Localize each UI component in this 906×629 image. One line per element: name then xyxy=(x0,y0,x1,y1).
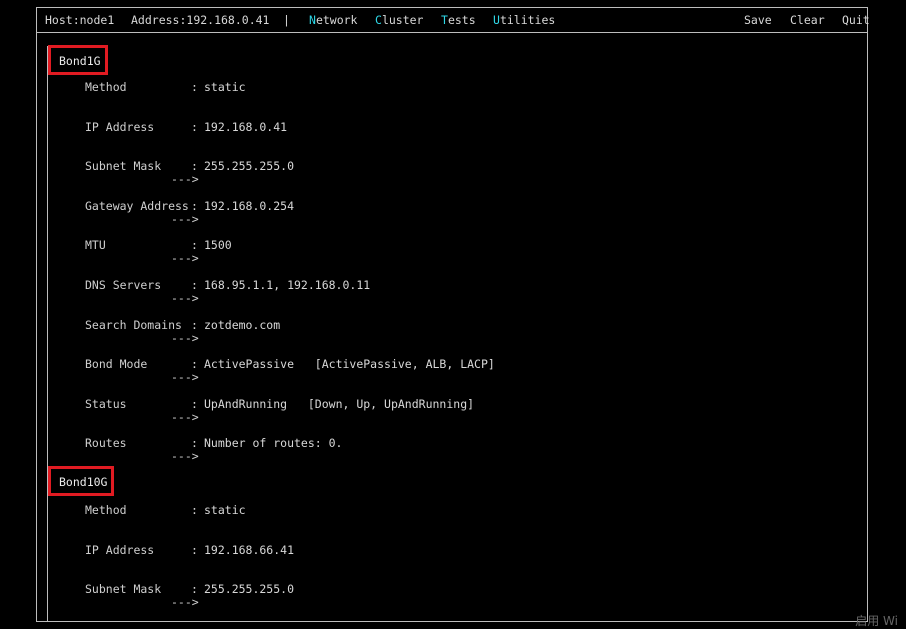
cluster-hotkey: C xyxy=(375,13,382,27)
field-arrow-icon[interactable]: ---> xyxy=(171,370,199,384)
clear-button[interactable]: Clear xyxy=(790,13,825,27)
field-colon: : xyxy=(191,582,198,597)
field-value-text: UpAndRunning xyxy=(204,396,288,411)
utilities-hotkey: U xyxy=(493,13,500,27)
field-value[interactable]: 192.168.66.41 xyxy=(204,543,294,557)
network-hotkey: N xyxy=(309,13,316,27)
watermark: 启用 Wi xyxy=(855,614,898,628)
field-value[interactable]: zotdemo.com xyxy=(204,318,280,332)
field-colon: : xyxy=(191,278,198,292)
field-colon: : xyxy=(191,159,198,174)
field-value[interactable]: ActivePassive [ActivePassive, ALB, LACP] xyxy=(204,357,495,371)
field-colon: : xyxy=(191,542,198,557)
field-value-text: ActivePassive xyxy=(204,357,295,372)
field-label: Status xyxy=(85,396,127,411)
field-label: MTU xyxy=(85,238,106,253)
field-colon: : xyxy=(191,357,198,372)
section-header-bond1g[interactable]: Bond1G xyxy=(48,45,108,75)
field-label: IP Address xyxy=(85,119,155,134)
field-arrow-icon[interactable]: ---> xyxy=(171,251,199,265)
quit-button[interactable]: Quit xyxy=(842,13,870,27)
save-button[interactable]: Save xyxy=(744,13,772,27)
address-value: 192.168.0.41 xyxy=(186,13,270,27)
field-value[interactable]: 255.255.255.0 xyxy=(204,582,294,596)
menu-utilities[interactable]: Utilities xyxy=(493,13,555,27)
utilities-label: tilities xyxy=(499,13,556,27)
field-arrow-icon[interactable]: ---> xyxy=(171,172,199,186)
field-value[interactable]: UpAndRunning [Down, Up, UpAndRunning] xyxy=(204,397,474,411)
field-arrow-icon[interactable]: ---> xyxy=(171,331,199,345)
network-label: etwork xyxy=(315,13,358,27)
field-label: Subnet Mask xyxy=(85,582,162,597)
menu-network[interactable]: Network xyxy=(309,13,357,27)
field-colon: : xyxy=(191,80,198,94)
field-value-text: 1500 xyxy=(204,238,232,253)
field-colon: : xyxy=(191,396,198,411)
field-arrow-icon[interactable]: ---> xyxy=(171,595,199,609)
field-label: Gateway Address xyxy=(85,198,189,213)
host-label: Host: xyxy=(45,13,80,27)
menu-bar: Host:node1 Address:192.168.0.41 | Networ… xyxy=(36,7,870,33)
field-colon: : xyxy=(191,317,198,332)
tests-hotkey: T xyxy=(441,13,448,27)
field-value-text: 255.255.255.0 xyxy=(204,159,295,174)
host-indicator: Host:node1 xyxy=(45,13,114,27)
field-label: Method xyxy=(85,503,127,517)
field-colon: : xyxy=(191,198,198,213)
section-header-bond10g[interactable]: Bond10G xyxy=(48,466,114,496)
address-indicator: Address:192.168.0.41 xyxy=(131,13,269,27)
field-value[interactable]: 192.168.0.254 xyxy=(204,199,294,213)
section-title: Bond1G xyxy=(59,54,101,68)
field-arrow-icon[interactable]: ---> xyxy=(171,449,199,463)
section-title: Bond10G xyxy=(59,475,108,489)
field-colon: : xyxy=(191,503,198,517)
cluster-label: luster xyxy=(381,13,424,27)
host-value: node1 xyxy=(79,13,115,27)
field-value[interactable]: Number of routes: 0. xyxy=(204,436,342,450)
field-options: [ActivePassive, ALB, LACP] xyxy=(314,357,495,372)
field-label: Subnet Mask xyxy=(85,159,162,174)
field-value-text: 255.255.255.0 xyxy=(204,582,295,597)
field-value-text: static xyxy=(204,503,246,517)
field-arrow-icon[interactable]: ---> xyxy=(171,291,199,305)
field-value-text: 192.168.0.41 xyxy=(204,119,288,134)
field-colon: : xyxy=(191,238,198,253)
field-value[interactable]: 255.255.255.0 xyxy=(204,159,294,173)
address-label: Address: xyxy=(131,13,187,27)
field-label: IP Address xyxy=(85,542,155,557)
field-label: Search Domains xyxy=(85,317,182,332)
field-value[interactable]: 1500 xyxy=(204,238,232,252)
field-arrow-icon[interactable]: ---> xyxy=(171,410,199,424)
tests-label: ests xyxy=(447,13,476,27)
field-colon: : xyxy=(191,436,198,451)
field-value-text: 192.168.66.41 xyxy=(204,542,295,557)
field-label: DNS Servers xyxy=(85,278,162,292)
field-arrow-icon[interactable]: ---> xyxy=(171,212,199,226)
field-colon: : xyxy=(191,119,198,134)
menu-tests[interactable]: Tests xyxy=(441,13,476,27)
field-options: [Down, Up, UpAndRunning] xyxy=(307,396,475,411)
terminal-window xyxy=(36,7,868,622)
field-value[interactable]: 192.168.0.41 xyxy=(204,120,287,134)
tree-guide-line xyxy=(47,46,48,622)
field-label: Routes xyxy=(85,436,127,451)
field-value-text: 168.95.1.1, 192.168.0.11 xyxy=(204,278,371,292)
menu-separator: | xyxy=(283,13,290,27)
field-value-text: Number of routes: 0. xyxy=(204,436,343,451)
field-value[interactable]: 168.95.1.1, 192.168.0.11 xyxy=(204,278,370,292)
field-label: Method xyxy=(85,80,127,94)
field-value[interactable]: static xyxy=(204,80,246,94)
field-value-text: static xyxy=(204,80,246,94)
field-value-text: 192.168.0.254 xyxy=(204,198,295,213)
field-value-text: zotdemo.com xyxy=(204,317,281,332)
field-label: Bond Mode xyxy=(85,357,148,372)
menu-cluster[interactable]: Cluster xyxy=(375,13,423,27)
field-value[interactable]: static xyxy=(204,503,246,517)
